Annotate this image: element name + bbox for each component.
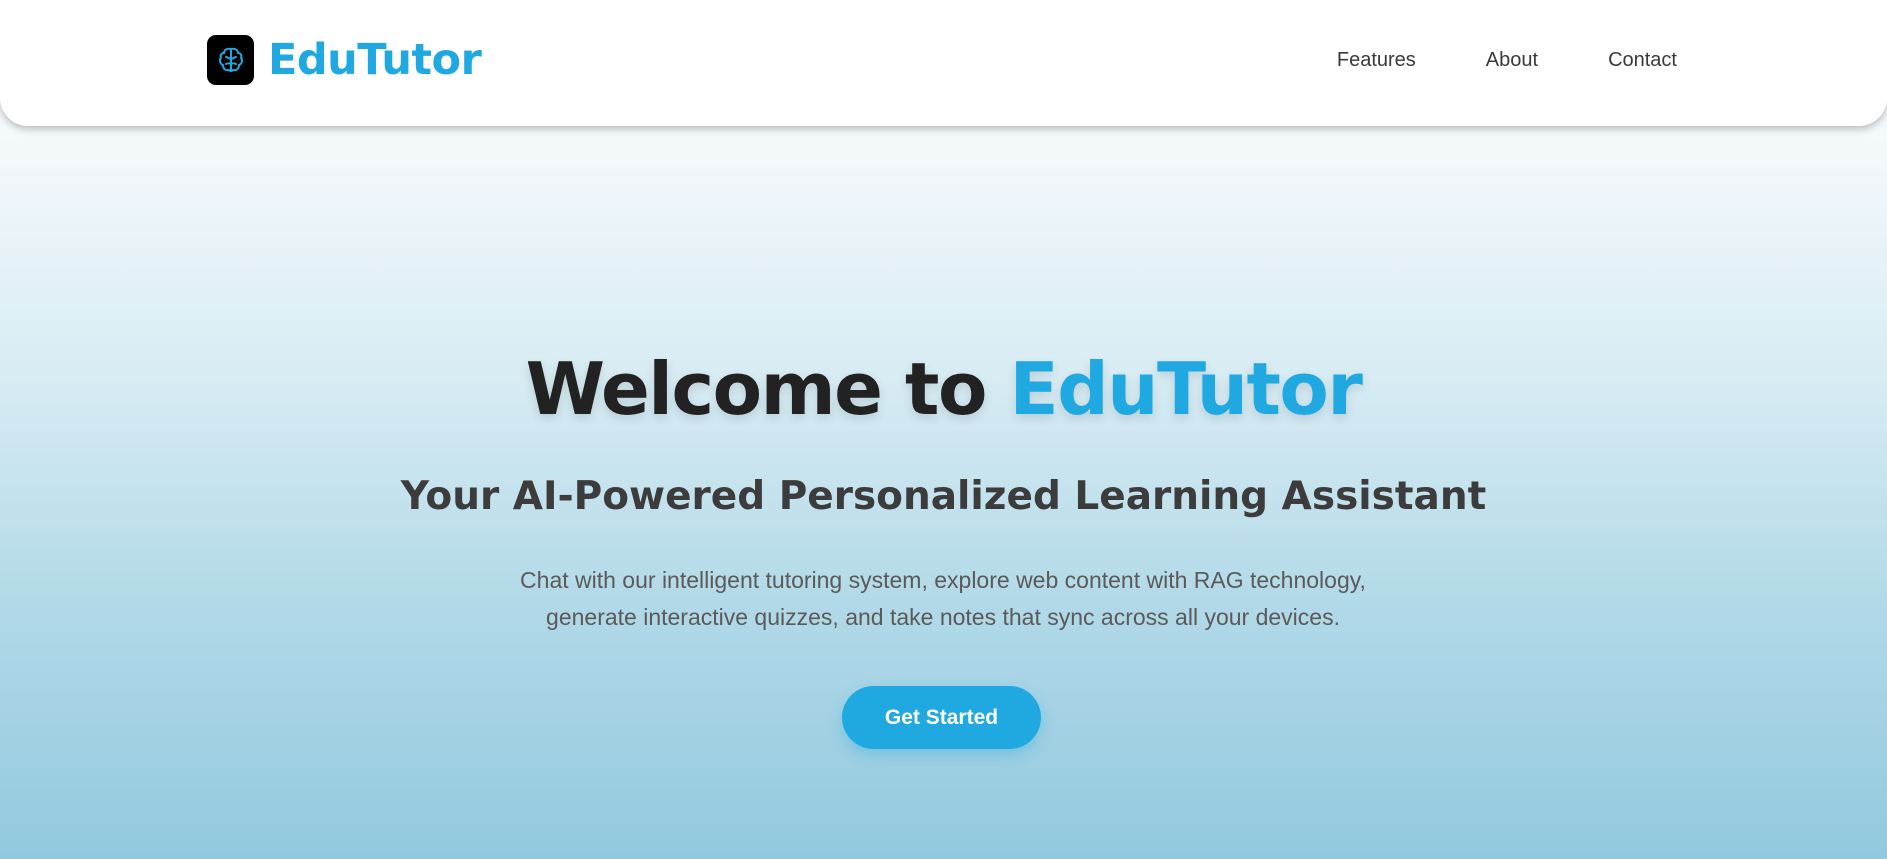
hero-title-brand: EduTutor: [1009, 347, 1363, 431]
brain-icon: [207, 35, 254, 85]
brand-logo[interactable]: EduTutor: [207, 35, 482, 85]
hero-subtitle: Your AI-Powered Personalized Learning As…: [400, 474, 1487, 519]
hero-description-line-2: generate interactive quizzes, and take n…: [546, 604, 1340, 630]
hero-description-line-1: Chat with our intelligent tutoring syste…: [520, 567, 1366, 593]
site-header: EduTutor Features About Contact: [0, 0, 1887, 126]
hero-title-prefix: Welcome to: [525, 347, 1010, 431]
main-nav: Features About Contact: [1337, 46, 1677, 74]
get-started-button[interactable]: Get Started: [842, 686, 1041, 749]
nav-link-contact[interactable]: Contact: [1608, 46, 1677, 74]
nav-link-about[interactable]: About: [1486, 46, 1538, 74]
hero-description: Chat with our intelligent tutoring syste…: [443, 562, 1443, 636]
brand-name: EduTutor: [268, 35, 482, 85]
nav-link-features[interactable]: Features: [1337, 46, 1416, 74]
hero-title: Welcome to EduTutor: [0, 344, 1887, 434]
